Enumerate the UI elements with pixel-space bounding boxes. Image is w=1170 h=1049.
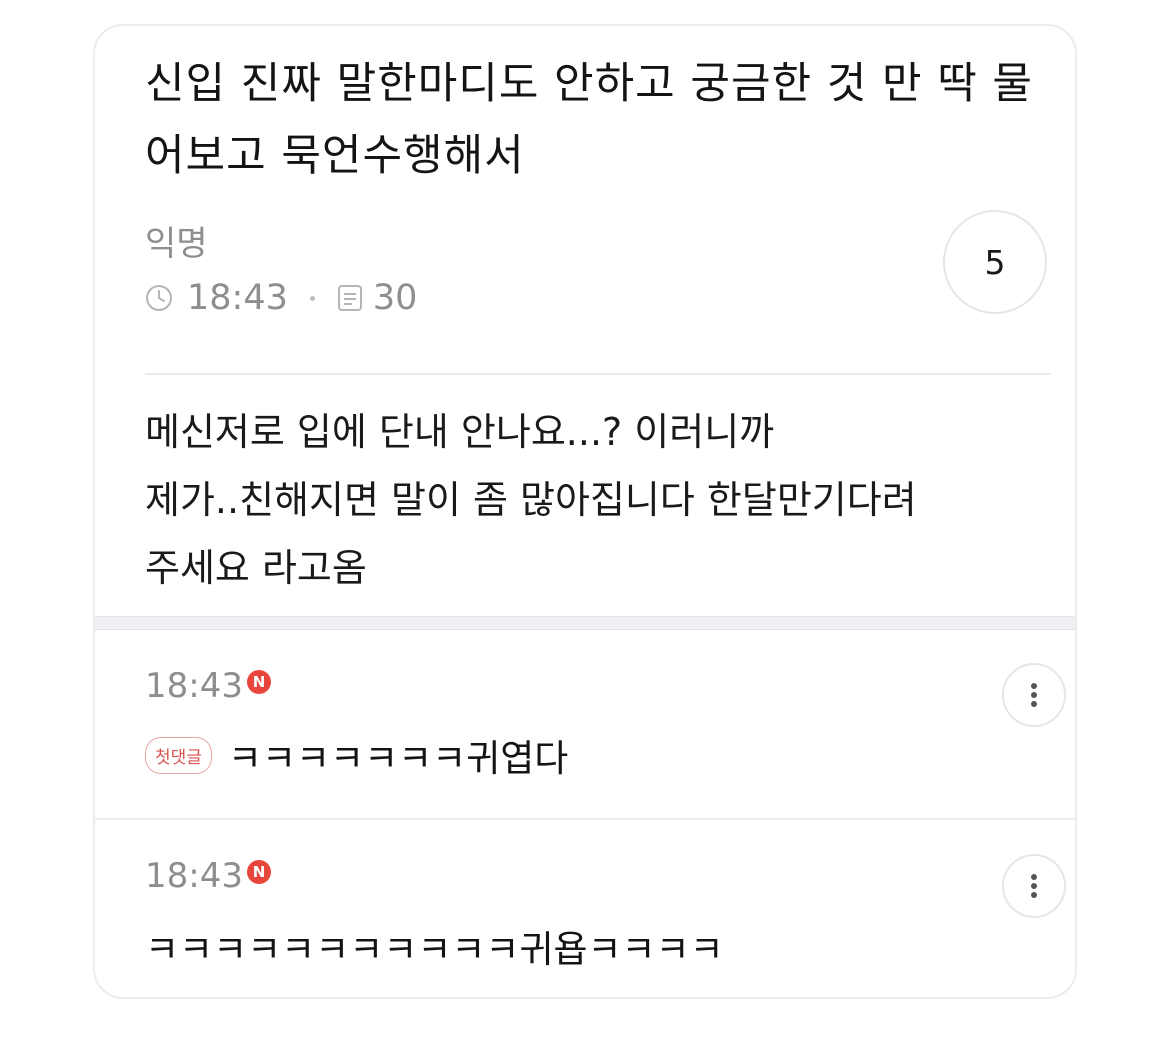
post-meta: 18:43 30 — [145, 278, 417, 318]
comment-more-button[interactable] — [1002, 663, 1066, 727]
comment-time: 18:43 — [145, 666, 243, 706]
section-divider — [95, 616, 1075, 630]
document-icon — [337, 285, 362, 311]
comment-text: ㅋㅋㅋㅋㅋㅋㅋ귀엽다 — [227, 737, 569, 780]
comment-count-button[interactable]: 5 — [943, 210, 1047, 314]
clock-icon — [146, 285, 172, 311]
comment-more-button[interactable] — [1002, 854, 1066, 918]
comment-text-row: ㅋㅋㅋㅋㅋㅋㅋㅋㅋㅋㅋ귀욥ㅋㅋㅋㅋ — [145, 919, 724, 973]
post-title: 신입 진짜 말한마디도 안하고 궁금한 것 만 딱 물어보고 묵언수행해서 — [145, 59, 1033, 181]
new-badge: N — [246, 670, 271, 694]
comment-time: 18:43 — [145, 856, 243, 896]
new-badge: N — [246, 860, 271, 884]
post-views: 30 — [372, 278, 418, 318]
comment-text-row: 첫댓글 ㅋㅋㅋㅋㅋㅋㅋ귀엽다 — [145, 728, 568, 782]
post-body: 메신저로 입에 단내 안나요...? 이러니까 제가..친해지면 말이 좀 많아… — [145, 410, 917, 590]
comment-time-row: 18:43 N — [145, 666, 271, 706]
divider — [145, 373, 1051, 375]
comment-time-row: 18:43 N — [145, 856, 271, 896]
meta-separator — [309, 295, 315, 301]
more-vertical-icon — [1031, 874, 1037, 898]
comment-divider — [95, 818, 1075, 820]
first-comment-badge: 첫댓글 — [145, 736, 212, 774]
post-card: 신입 진짜 말한마디도 안하고 궁금한 것 만 딱 물어보고 묵언수행해서 익명… — [93, 24, 1077, 999]
post-time: 18:43 — [187, 278, 288, 318]
more-vertical-icon — [1031, 683, 1037, 707]
post-author: 익명 — [145, 224, 208, 264]
comment-text: ㅋㅋㅋㅋㅋㅋㅋㅋㅋㅋㅋ귀욥ㅋㅋㅋㅋ — [145, 928, 724, 971]
